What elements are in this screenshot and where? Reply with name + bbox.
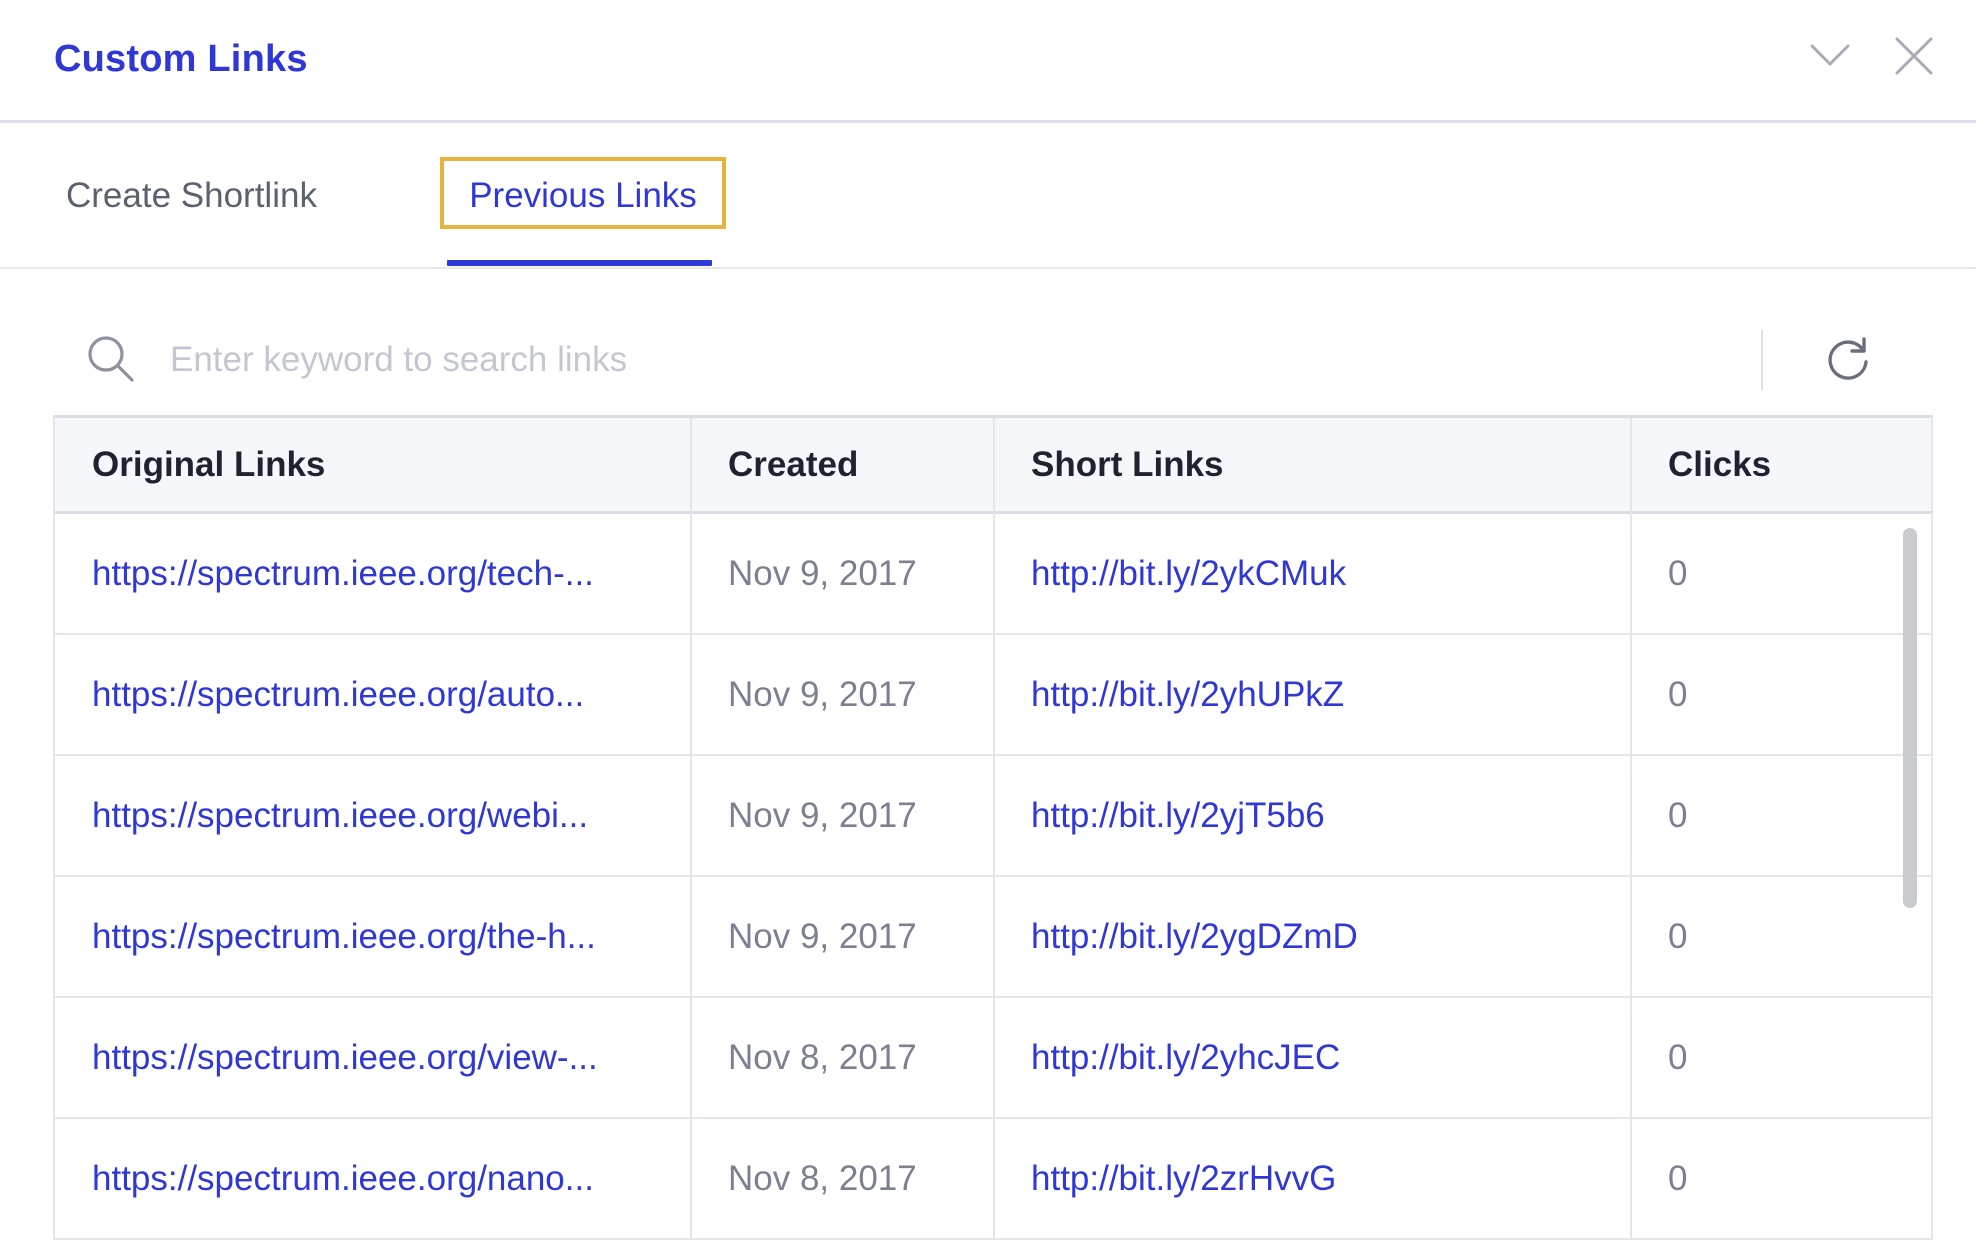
clicks-count: 0 [1668,916,1688,956]
original-link[interactable]: https://spectrum.ieee.org/the-h... [92,877,596,996]
collapse-button[interactable] [1804,30,1856,82]
created-date: Nov 8, 2017 [728,1158,917,1198]
original-link[interactable]: https://spectrum.ieee.org/view-... [92,998,598,1117]
column-header-short-links[interactable]: Short Links [1031,418,1224,511]
original-link[interactable]: https://spectrum.ieee.org/tech-... [92,514,594,633]
search-divider [1761,330,1763,390]
column-divider [1630,418,1632,1240]
clicks-count: 0 [1668,1037,1688,1077]
short-link[interactable]: http://bit.ly/2ygDZmD [1031,877,1358,996]
column-divider [993,418,995,1240]
clicks-count: 0 [1668,1158,1688,1198]
original-link[interactable]: https://spectrum.ieee.org/webi... [92,756,588,875]
created-date: Nov 9, 2017 [728,674,917,714]
chevron-down-icon [1810,44,1850,66]
custom-links-panel: Custom Links Create Shortlink Previous L… [0,0,1976,1240]
column-header-created[interactable]: Created [728,418,858,511]
close-icon [1895,37,1933,75]
created-date: Nov 8, 2017 [728,1037,917,1077]
original-link[interactable]: https://spectrum.ieee.org/auto... [92,635,584,754]
close-button[interactable] [1888,30,1940,82]
short-link[interactable]: http://bit.ly/2yhUPkZ [1031,635,1344,754]
clicks-count: 0 [1668,795,1688,835]
active-tab-indicator [447,260,712,266]
column-divider [690,418,692,1240]
tab-create-shortlink[interactable]: Create Shortlink [66,123,317,269]
panel-header: Custom Links [0,0,1976,123]
refresh-icon [1828,337,1868,380]
tab-previous-links[interactable]: Previous Links [441,123,725,269]
column-header-original-links[interactable]: Original Links [92,418,325,511]
clicks-count: 0 [1668,553,1688,593]
search-icon [88,336,134,382]
clicks-count: 0 [1668,674,1688,714]
panel-title: Custom Links [54,38,308,80]
table-scrollbar[interactable] [1903,528,1917,908]
short-link[interactable]: http://bit.ly/2ykCMuk [1031,514,1346,633]
refresh-button[interactable] [1820,332,1876,388]
tab-bar: Create Shortlink Previous Links [0,123,1976,269]
created-date: Nov 9, 2017 [728,916,917,956]
short-link[interactable]: http://bit.ly/2yhcJEC [1031,998,1340,1117]
search-input[interactable] [170,330,1670,390]
created-date: Nov 9, 2017 [728,553,917,593]
original-link[interactable]: https://spectrum.ieee.org/nano... [92,1119,594,1238]
created-date: Nov 9, 2017 [728,795,917,835]
links-table: Original Links Created Short Links Click… [53,415,1933,1240]
short-link[interactable]: http://bit.ly/2yjT5b6 [1031,756,1325,875]
column-header-clicks[interactable]: Clicks [1668,418,1771,511]
short-link[interactable]: http://bit.ly/2zrHvvG [1031,1119,1336,1238]
